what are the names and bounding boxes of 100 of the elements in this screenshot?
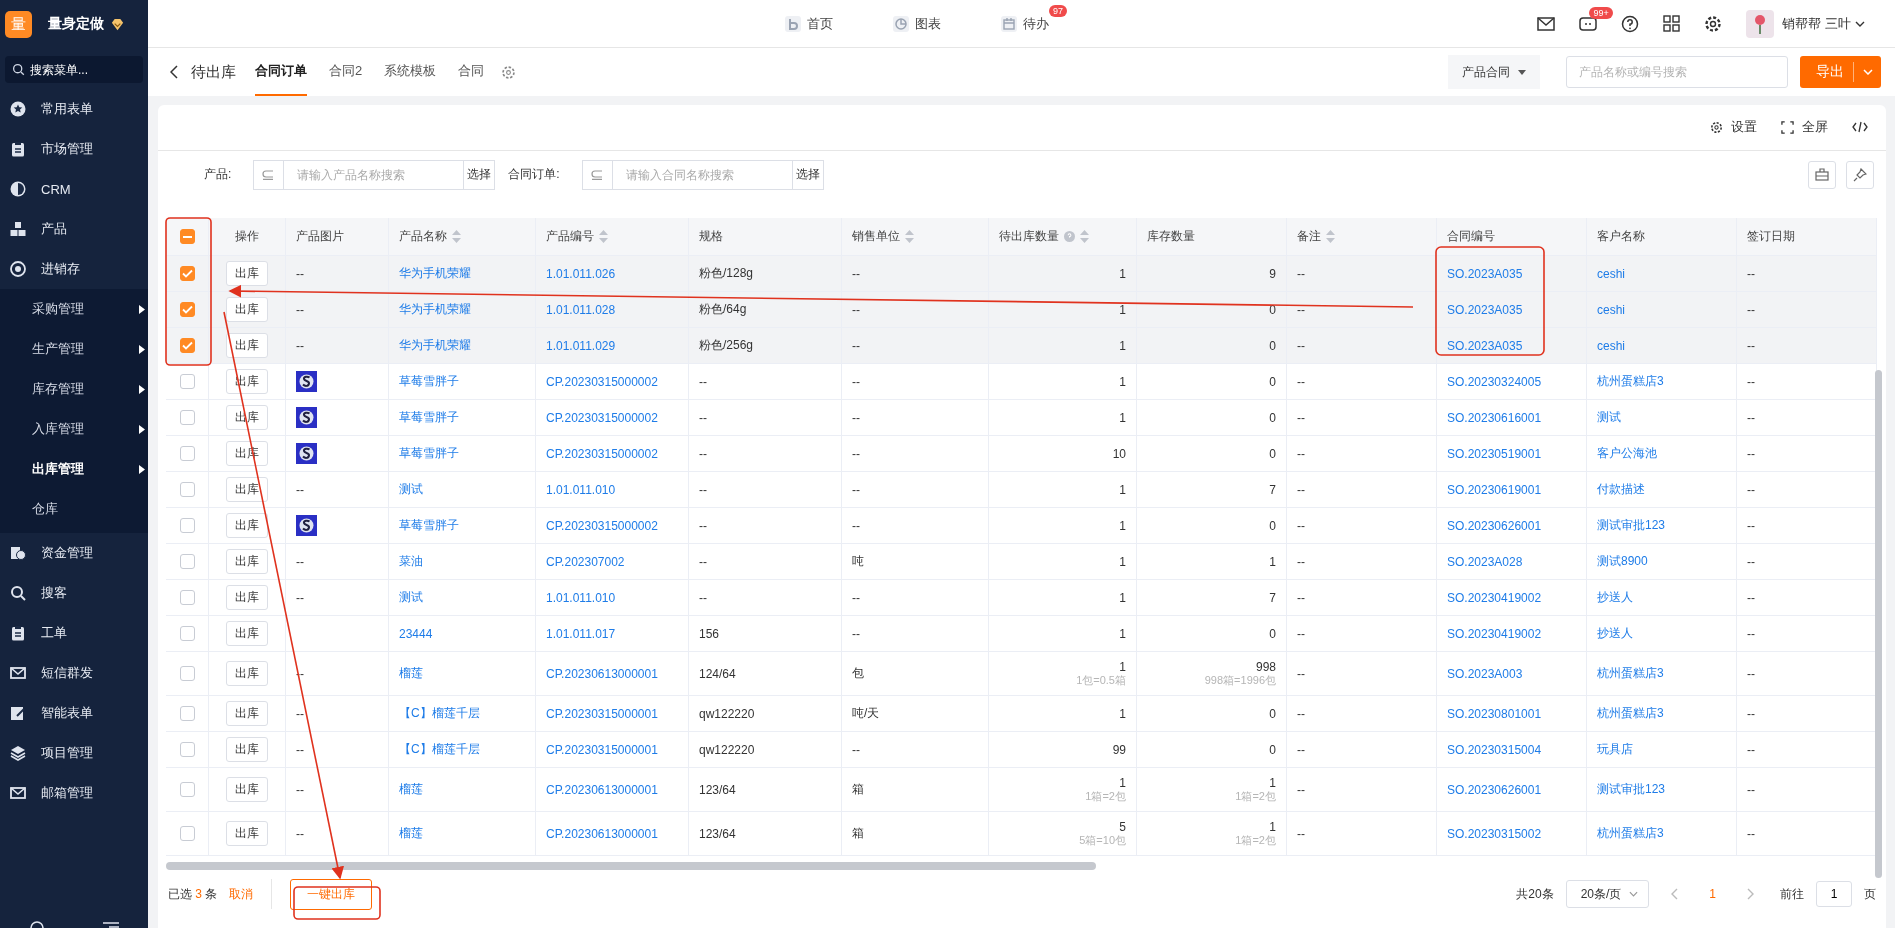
bulk-outbound-button[interactable]: 一键出库 [290, 878, 373, 910]
row-checkbox[interactable] [179, 826, 195, 842]
sort-icon[interactable] [599, 230, 608, 244]
table-link[interactable]: 杭州蛋糕店3 [1597, 705, 1664, 723]
sidebar-item[interactable]: 项目管理 [0, 733, 148, 773]
sidebar-item[interactable]: 市场管理 [0, 129, 148, 169]
table-link[interactable]: SO.20230324005 [1447, 374, 1542, 389]
table-link[interactable]: SO.2023A035 [1447, 338, 1523, 353]
row-checkbox[interactable] [179, 338, 195, 354]
outbound-button[interactable]: 出库 [226, 297, 268, 323]
table-link[interactable]: 1.01.011.029 [546, 338, 616, 353]
row-checkbox[interactable] [179, 554, 195, 570]
table-link[interactable]: 1.01.011.017 [546, 626, 616, 641]
grid-icon[interactable] [1663, 15, 1681, 32]
table-link[interactable]: 玩具店 [1597, 741, 1633, 759]
table-link[interactable]: 1.01.011.026 [546, 266, 616, 281]
table-link[interactable]: 草莓雪胖子 [399, 445, 459, 463]
table-link[interactable]: 杭州蛋糕店3 [1597, 373, 1664, 391]
row-checkbox[interactable] [179, 742, 195, 758]
table-link[interactable]: ceshi [1597, 302, 1625, 317]
table-link[interactable]: SO.20230626001 [1447, 782, 1542, 797]
table-link[interactable]: 榴莲 [399, 665, 423, 683]
sort-icon[interactable] [905, 230, 914, 244]
submenu-item[interactable]: 入库管理 [0, 409, 148, 449]
table-link[interactable]: 华为手机荣耀 [399, 301, 471, 319]
page-size-select[interactable]: 20条/页 [1565, 880, 1650, 909]
chevron-down-icon[interactable] [1855, 20, 1865, 27]
table-link[interactable]: 【C】榴莲千层 [399, 705, 480, 723]
sidebar-item[interactable]: 邮箱管理 [0, 773, 148, 813]
outbound-button[interactable]: 出库 [226, 585, 268, 611]
outbound-button[interactable]: 出库 [226, 549, 268, 575]
contract-type-dropdown[interactable]: 产品合同 [1448, 55, 1540, 89]
table-link[interactable]: 客户公海池 [1597, 445, 1657, 463]
table-link[interactable]: CP.20230315000001 [546, 742, 658, 757]
table-link[interactable]: CP.20230315000002 [546, 518, 658, 533]
outbound-button[interactable]: 出库 [226, 621, 268, 647]
outbound-button[interactable]: 出库 [226, 333, 268, 359]
outbound-button[interactable]: 出库 [226, 261, 268, 287]
table-link[interactable]: 付款描述 [1597, 481, 1645, 499]
gear-icon[interactable] [27, 918, 46, 928]
table-link[interactable]: CP.202307002 [546, 554, 625, 569]
submenu-item[interactable]: 仓库 [0, 489, 148, 529]
table-link[interactable]: SO.20230626001 [1447, 518, 1542, 533]
sidebar-item[interactable]: 资金管理 [0, 533, 148, 573]
tab[interactable]: 合同 [458, 48, 485, 96]
table-link[interactable]: CP.20230613000001 [546, 782, 658, 797]
row-checkbox[interactable] [179, 590, 195, 606]
table-link[interactable]: CP.20230315000002 [546, 410, 658, 425]
sidebar-item[interactable]: 短信群发 [0, 653, 148, 693]
submenu-item[interactable]: 生产管理 [0, 329, 148, 369]
filter-input[interactable]: 请输入合同名称搜索 [612, 159, 793, 190]
table-link[interactable]: 测试8900 [1597, 553, 1648, 571]
outbound-button[interactable]: 出库 [226, 821, 268, 847]
row-checkbox[interactable] [179, 374, 195, 390]
table-link[interactable]: 1.01.011.028 [546, 302, 616, 317]
sidebar-item[interactable]: 工单 [0, 613, 148, 653]
table-link[interactable]: 杭州蛋糕店3 [1597, 825, 1664, 843]
table-link[interactable]: SO.20230519001 [1447, 446, 1542, 461]
sidebar-item[interactable]: CRM [0, 169, 148, 209]
export-button[interactable]: 导出 [1800, 56, 1881, 88]
tab[interactable]: 系统模板 [384, 48, 437, 96]
outbound-button[interactable]: 出库 [226, 477, 268, 503]
row-checkbox[interactable] [179, 626, 195, 642]
settings-icon[interactable] [1704, 14, 1723, 33]
chat-icon[interactable] [1579, 15, 1598, 32]
table-link[interactable]: 测试审批123 [1597, 781, 1666, 799]
table-link[interactable]: CP.20230613000001 [546, 666, 658, 681]
outbound-button[interactable]: 出库 [226, 777, 268, 803]
submenu-item[interactable]: 出库管理 [0, 449, 148, 489]
toolbox-button[interactable] [1808, 160, 1836, 189]
table-link[interactable]: 测试 [399, 589, 423, 607]
scrollbar-thumb[interactable] [1875, 370, 1882, 878]
tab[interactable]: 合同2 [329, 48, 363, 96]
table-link[interactable]: 抄送人 [1597, 589, 1633, 607]
select-button[interactable]: 选择 [792, 159, 824, 190]
row-checkbox[interactable] [179, 782, 195, 798]
table-link[interactable]: SO.20230616001 [1447, 410, 1542, 425]
table-link[interactable]: 榴莲 [399, 781, 423, 799]
outbound-button[interactable]: 出库 [226, 513, 268, 539]
outbound-button[interactable]: 出库 [226, 661, 268, 687]
table-link[interactable]: CP.20230315000002 [546, 374, 658, 389]
table-link[interactable]: CP.20230315000002 [546, 446, 658, 461]
table-link[interactable]: 草莓雪胖子 [399, 373, 459, 391]
goto-page-field[interactable]: 1 [1816, 881, 1852, 908]
sort-icon[interactable] [452, 230, 461, 244]
select-all-checkbox[interactable] [179, 229, 195, 245]
next-page-icon[interactable] [1746, 888, 1754, 901]
filter-input[interactable]: 请输入产品名称搜索 [284, 159, 465, 190]
table-link[interactable]: SO.20230619001 [1447, 482, 1542, 497]
table-link[interactable]: ceshi [1597, 266, 1625, 281]
back-icon[interactable] [170, 65, 179, 79]
select-button[interactable]: 选择 [464, 159, 496, 190]
table-link[interactable]: 华为手机荣耀 [399, 265, 471, 283]
table-link[interactable]: SO.20230419002 [1447, 626, 1542, 641]
nav-link[interactable]: 待办 [1001, 14, 1049, 33]
table-link[interactable]: 测试 [399, 481, 423, 499]
table-link[interactable]: SO.2023A028 [1447, 554, 1523, 569]
table-link[interactable]: CP.20230315000001 [546, 706, 658, 721]
table-link[interactable]: 草莓雪胖子 [399, 517, 459, 535]
row-checkbox[interactable] [179, 518, 195, 534]
